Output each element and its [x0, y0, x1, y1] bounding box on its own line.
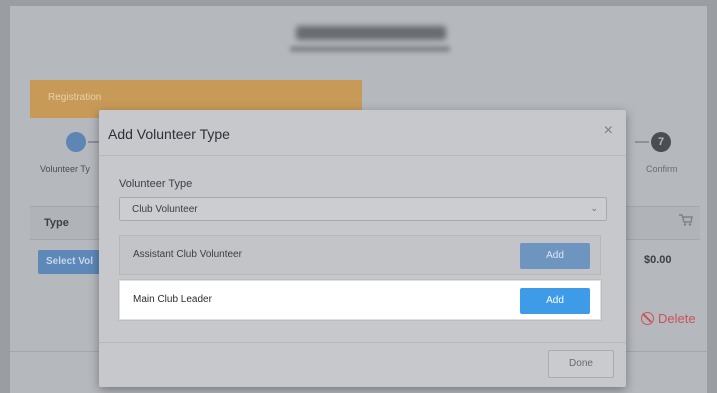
- step-1-label: Volunteer Ty: [40, 164, 90, 174]
- close-icon[interactable]: ×: [604, 122, 613, 140]
- option-name: Assistant Club Volunteer: [133, 249, 242, 260]
- step-7-indicator: 7: [651, 132, 671, 152]
- option-name: Main Club Leader: [133, 294, 212, 305]
- modal-footer-divider: [99, 342, 626, 343]
- list-item: Assistant Club Volunteer Add: [119, 235, 601, 275]
- volunteer-type-select[interactable]: Club Volunteer ⌄: [119, 197, 607, 221]
- page-header: [10, 6, 707, 70]
- volunteer-type-label: Volunteer Type: [119, 178, 193, 190]
- cart-icon: [679, 214, 693, 226]
- add-assistant-club-volunteer-button[interactable]: Add: [520, 243, 590, 269]
- modal-title: Add Volunteer Type: [108, 126, 230, 142]
- delete-button[interactable]: Delete: [641, 311, 696, 326]
- list-item: Main Club Leader Add: [119, 280, 601, 320]
- step-1-check-icon: [66, 132, 86, 152]
- amount-value: $0.00: [644, 254, 672, 266]
- volunteer-type-selected: Club Volunteer: [132, 204, 198, 215]
- blurred-subtitle: [290, 46, 450, 52]
- add-main-club-leader-button[interactable]: Add: [520, 288, 590, 314]
- table-type-header: Type: [44, 217, 69, 229]
- delete-label: Delete: [658, 311, 696, 326]
- delete-circle-icon: [641, 312, 654, 325]
- blurred-title: [296, 26, 446, 40]
- step-connector: [635, 141, 649, 143]
- done-button[interactable]: Done: [548, 350, 614, 378]
- step-7-label: Confirm: [646, 164, 678, 174]
- chevron-down-icon: ⌄: [590, 203, 598, 213]
- add-volunteer-type-dialog: Add Volunteer Type × Volunteer Type Club…: [99, 110, 626, 387]
- select-volunteer-button[interactable]: Select Vol: [38, 250, 108, 274]
- registration-label: Registration: [48, 92, 102, 103]
- modal-header: Add Volunteer Type ×: [99, 110, 626, 156]
